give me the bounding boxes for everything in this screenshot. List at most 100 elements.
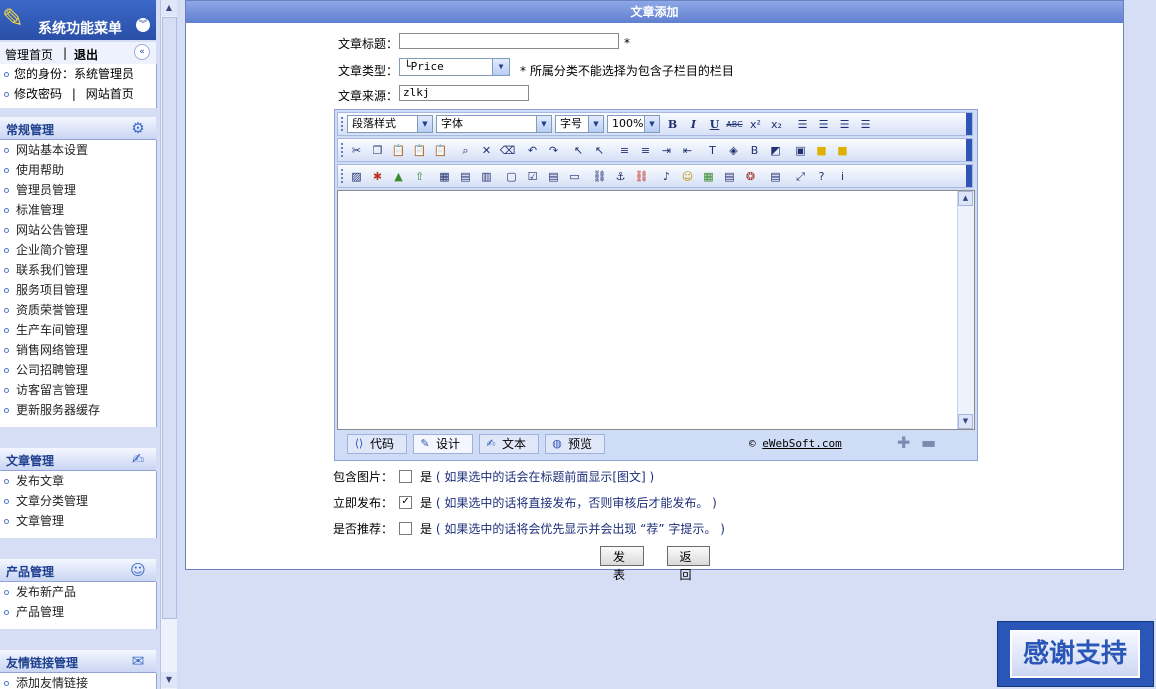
insert-table-icon[interactable]: ▦ bbox=[436, 168, 453, 185]
editor-content-area[interactable]: ▲ ▼ bbox=[337, 190, 975, 430]
subscript-icon[interactable]: x₂ bbox=[768, 116, 785, 133]
menu-item[interactable]: 管理员管理 bbox=[0, 180, 156, 200]
menu-item[interactable]: 服务项目管理 bbox=[0, 280, 156, 300]
copy-icon[interactable]: ❐ bbox=[369, 142, 386, 159]
insert-special-icon[interactable]: ❂ bbox=[742, 168, 759, 185]
zoom-select[interactable]: 100% ▼ bbox=[607, 115, 660, 133]
editor-scrollbar[interactable]: ▲ ▼ bbox=[957, 191, 974, 429]
chevron-down-icon[interactable]: ▼ bbox=[417, 116, 432, 132]
menu-item[interactable]: 产品管理 bbox=[0, 602, 156, 622]
table-cells-icon[interactable]: ▥ bbox=[478, 168, 495, 185]
back-button[interactable]: 返回 bbox=[667, 546, 710, 582]
paste-icon[interactable]: 📋 bbox=[390, 142, 407, 159]
paste-word-icon[interactable]: 📋 bbox=[432, 142, 449, 159]
menu-item[interactable]: 资质荣誉管理 bbox=[0, 300, 156, 320]
select-all-icon[interactable]: ↖ bbox=[570, 142, 587, 159]
menu-item[interactable]: 公司招聘管理 bbox=[0, 360, 156, 380]
ewebsoft-link[interactable]: eWebSoft.com bbox=[762, 437, 841, 450]
menu-item[interactable]: 网站公告管理 bbox=[0, 220, 156, 240]
change-password-link[interactable]: 修改密码 bbox=[14, 87, 62, 101]
align-left-icon[interactable]: ☰ bbox=[794, 116, 811, 133]
underline-icon[interactable]: U bbox=[706, 116, 723, 133]
insert-link-icon[interactable]: ⛓ bbox=[591, 168, 608, 185]
font-select[interactable]: 字体 ▼ bbox=[436, 115, 552, 133]
ordered-list-icon[interactable]: ≡ bbox=[616, 142, 633, 159]
menu-item[interactable]: 标准管理 bbox=[0, 200, 156, 220]
chevron-down-icon[interactable]: ▼ bbox=[536, 116, 551, 132]
insert-anchor-icon[interactable]: ⚓ bbox=[612, 168, 629, 185]
menu-item[interactable]: 销售网络管理 bbox=[0, 340, 156, 360]
source-input[interactable] bbox=[399, 85, 529, 101]
chevron-down-icon[interactable]: ▼ bbox=[492, 59, 509, 75]
insert-textarea-icon[interactable]: ▤ bbox=[545, 168, 562, 185]
table-properties-icon[interactable]: ▤ bbox=[457, 168, 474, 185]
menu-item[interactable]: 发布文章 bbox=[0, 471, 156, 491]
insert-date-icon[interactable]: ▤ bbox=[767, 168, 784, 185]
expand-editor-icon[interactable]: ✚ bbox=[897, 435, 910, 451]
paragraph-style-select[interactable]: 段落样式 ▼ bbox=[347, 115, 433, 133]
collapse-icon[interactable]: « bbox=[134, 44, 150, 60]
menu-item[interactable]: 文章分类管理 bbox=[0, 491, 156, 511]
redo-icon[interactable]: ↷ bbox=[545, 142, 562, 159]
menu-item[interactable]: 文章管理 bbox=[0, 511, 156, 531]
find-icon[interactable]: ⌕ bbox=[457, 142, 474, 159]
menu-item[interactable]: 使用帮助 bbox=[0, 160, 156, 180]
type-select[interactable]: └Price ▼ bbox=[399, 58, 510, 76]
menu-item[interactable]: 网站基本设置 bbox=[0, 140, 156, 160]
insert-media-icon[interactable]: ▲ bbox=[390, 168, 407, 185]
insert-music-icon[interactable]: ♪ bbox=[658, 168, 675, 185]
menu-item[interactable]: 联系我们管理 bbox=[0, 260, 156, 280]
insert-checkbox-icon[interactable]: ☑ bbox=[524, 168, 541, 185]
include-image-checkbox[interactable] bbox=[399, 470, 413, 483]
menu-group-links[interactable]: 友情链接管理 ✉ bbox=[0, 650, 156, 673]
remove-format-icon[interactable]: ◩ bbox=[767, 142, 784, 159]
menu-item[interactable]: 发布新产品 bbox=[0, 582, 156, 602]
chevron-down-icon[interactable]: ▼ bbox=[644, 116, 659, 132]
menu-group-articles[interactable]: 文章管理 ✍ bbox=[0, 448, 156, 471]
font-size-select[interactable]: 字号 ▼ bbox=[555, 115, 604, 133]
shrink-editor-icon[interactable]: ▬ bbox=[921, 435, 936, 451]
menu-item[interactable]: 企业简介管理 bbox=[0, 240, 156, 260]
title-input[interactable] bbox=[399, 33, 619, 49]
remove-link-icon[interactable]: ⛓ bbox=[633, 168, 650, 185]
admin-home-link[interactable]: 管理首页 bbox=[5, 46, 53, 63]
highlight-icon[interactable]: ◈ bbox=[725, 142, 742, 159]
outdent-icon[interactable]: ⇤ bbox=[679, 142, 696, 159]
delete-icon[interactable]: ✕ bbox=[478, 142, 495, 159]
logout-link[interactable]: 退出 bbox=[74, 46, 98, 63]
scroll-down-icon[interactable]: ▼ bbox=[958, 414, 973, 429]
superscript-icon[interactable]: x² bbox=[747, 116, 764, 133]
undo-icon[interactable]: ↶ bbox=[524, 142, 541, 159]
paste-text-icon[interactable]: 📋 bbox=[411, 142, 428, 159]
insert-excel-icon[interactable]: ▦ bbox=[700, 168, 717, 185]
tab-preview[interactable]: ◍ 预览 bbox=[545, 434, 605, 454]
menu-item[interactable]: 生产车间管理 bbox=[0, 320, 156, 340]
menu-item[interactable]: 添加友情链接 bbox=[0, 673, 156, 689]
bold-icon[interactable]: B bbox=[664, 116, 681, 133]
insert-form-icon[interactable]: ▢ bbox=[503, 168, 520, 185]
align-right-icon[interactable]: ☰ bbox=[836, 116, 853, 133]
insert-flash-icon[interactable]: ✱ bbox=[369, 168, 386, 185]
insert-input-icon[interactable]: ▭ bbox=[566, 168, 583, 185]
collapse-all-icon[interactable]: ︾ bbox=[136, 18, 150, 32]
sidebar-scrollbar[interactable]: ▲ ▼ bbox=[160, 0, 177, 689]
strikethrough-icon[interactable]: ABC bbox=[726, 116, 743, 133]
insert-emoticon-icon[interactable]: ☺ bbox=[679, 168, 696, 185]
unordered-list-icon[interactable]: ≡ bbox=[637, 142, 654, 159]
eraser-icon[interactable]: ⌫ bbox=[499, 142, 516, 159]
menu-item[interactable]: 更新服务器缓存 bbox=[0, 400, 156, 420]
unselect-icon[interactable]: ↖ bbox=[591, 142, 608, 159]
publish-now-checkbox[interactable]: ✓ bbox=[399, 496, 413, 509]
menu-item[interactable]: 访客留言管理 bbox=[0, 380, 156, 400]
background-color-icon[interactable]: B bbox=[746, 142, 763, 159]
text-color-icon[interactable]: T bbox=[704, 142, 721, 159]
fullscreen-icon[interactable]: ⤢ bbox=[792, 168, 809, 185]
help-icon[interactable]: ? bbox=[813, 168, 830, 185]
scroll-up-icon[interactable]: ▲ bbox=[161, 0, 177, 16]
insert-image-icon[interactable]: ▨ bbox=[348, 168, 365, 185]
cut-icon[interactable]: ✂ bbox=[348, 142, 365, 159]
tab-design[interactable]: ✎ 设计 bbox=[413, 434, 473, 454]
scroll-up-icon[interactable]: ▲ bbox=[958, 191, 973, 206]
menu-group-general[interactable]: 常规管理 ⚙ bbox=[0, 117, 156, 140]
indent-icon[interactable]: ⇥ bbox=[658, 142, 675, 159]
